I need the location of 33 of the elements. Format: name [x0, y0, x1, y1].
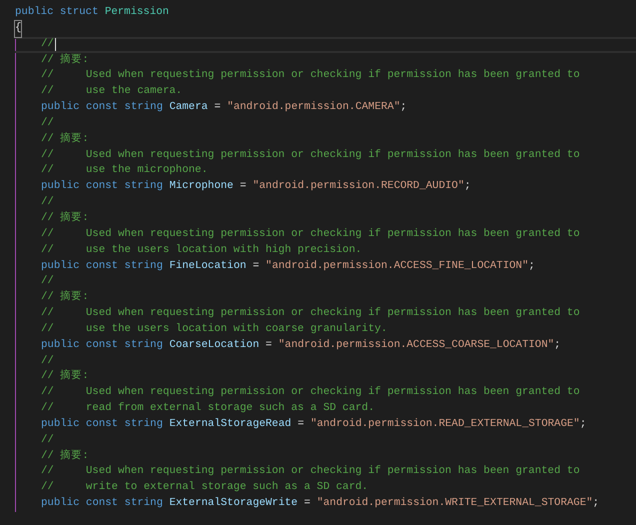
code-line: // 摘要: — [41, 448, 90, 464]
code-line: // 摘要: — [41, 290, 90, 306]
code-line: public const string ExternalStorageRead = "android.permission.READ_EXTERNAL_STORAGE"; — [41, 416, 588, 432]
code-line: { — [15, 20, 636, 37]
code-line: // Used when requesting permission or checking if permission has been granted to — [41, 226, 581, 242]
code-line: public struct Permission — [15, 5, 170, 20]
code-line: // 摘要: — [41, 369, 90, 384]
text-cursor — [54, 38, 56, 52]
code-line: // 摘要: — [41, 132, 90, 147]
code-line: // use the users location with high precision. — [41, 242, 363, 258]
code-line: // Used when requesting permission or checking if permission has been granted to — [41, 306, 581, 322]
code-line: // — [41, 354, 55, 369]
code-line: // use the users location with coarse granularity. — [41, 322, 388, 337]
code-line: public const string ExternalStorageWrite = "android.permission.WRITE_EXTERNAL_STORAGE"; — [41, 496, 600, 512]
code-line: // — [41, 274, 55, 290]
code-line: // — [41, 432, 55, 448]
code-line: // Used when requesting permission or checking if permission has been granted to — [41, 385, 581, 400]
code-line: // use the camera. — [41, 84, 184, 100]
code-line: // — [41, 195, 55, 210]
code-line: // read from external storage such as a SD card. — [41, 401, 376, 416]
code-line: // Used when requesting permission or checking if permission has been granted to — [41, 68, 581, 84]
code-line: // use the microphone. — [41, 163, 209, 178]
code-line: // 摘要: — [41, 210, 90, 226]
code-line: // 摘要: — [41, 52, 90, 68]
code-line: // write to external storage such as a SD card. — [41, 480, 370, 496]
code-line: public const string Camera = "android.permission.CAMERA"; — [41, 100, 408, 116]
code-line: // — [41, 116, 55, 131]
code-line: public const string CoarseLocation = "android.permission.ACCESS_COARSE_LOCATION"; — [41, 338, 562, 353]
code-line: // Used when requesting permission or checking if permission has been granted to — [41, 148, 581, 163]
code-line: // Used when requesting permission or checking if permission has been granted to — [41, 464, 581, 480]
code-line: public const string FineLocation = "android.permission.ACCESS_FINE_LOCATION"; — [41, 258, 536, 274]
code-line: public const string Microphone = "android.permission.RECORD_AUDIO"; — [41, 179, 472, 194]
code-line: // — [15, 36, 636, 53]
